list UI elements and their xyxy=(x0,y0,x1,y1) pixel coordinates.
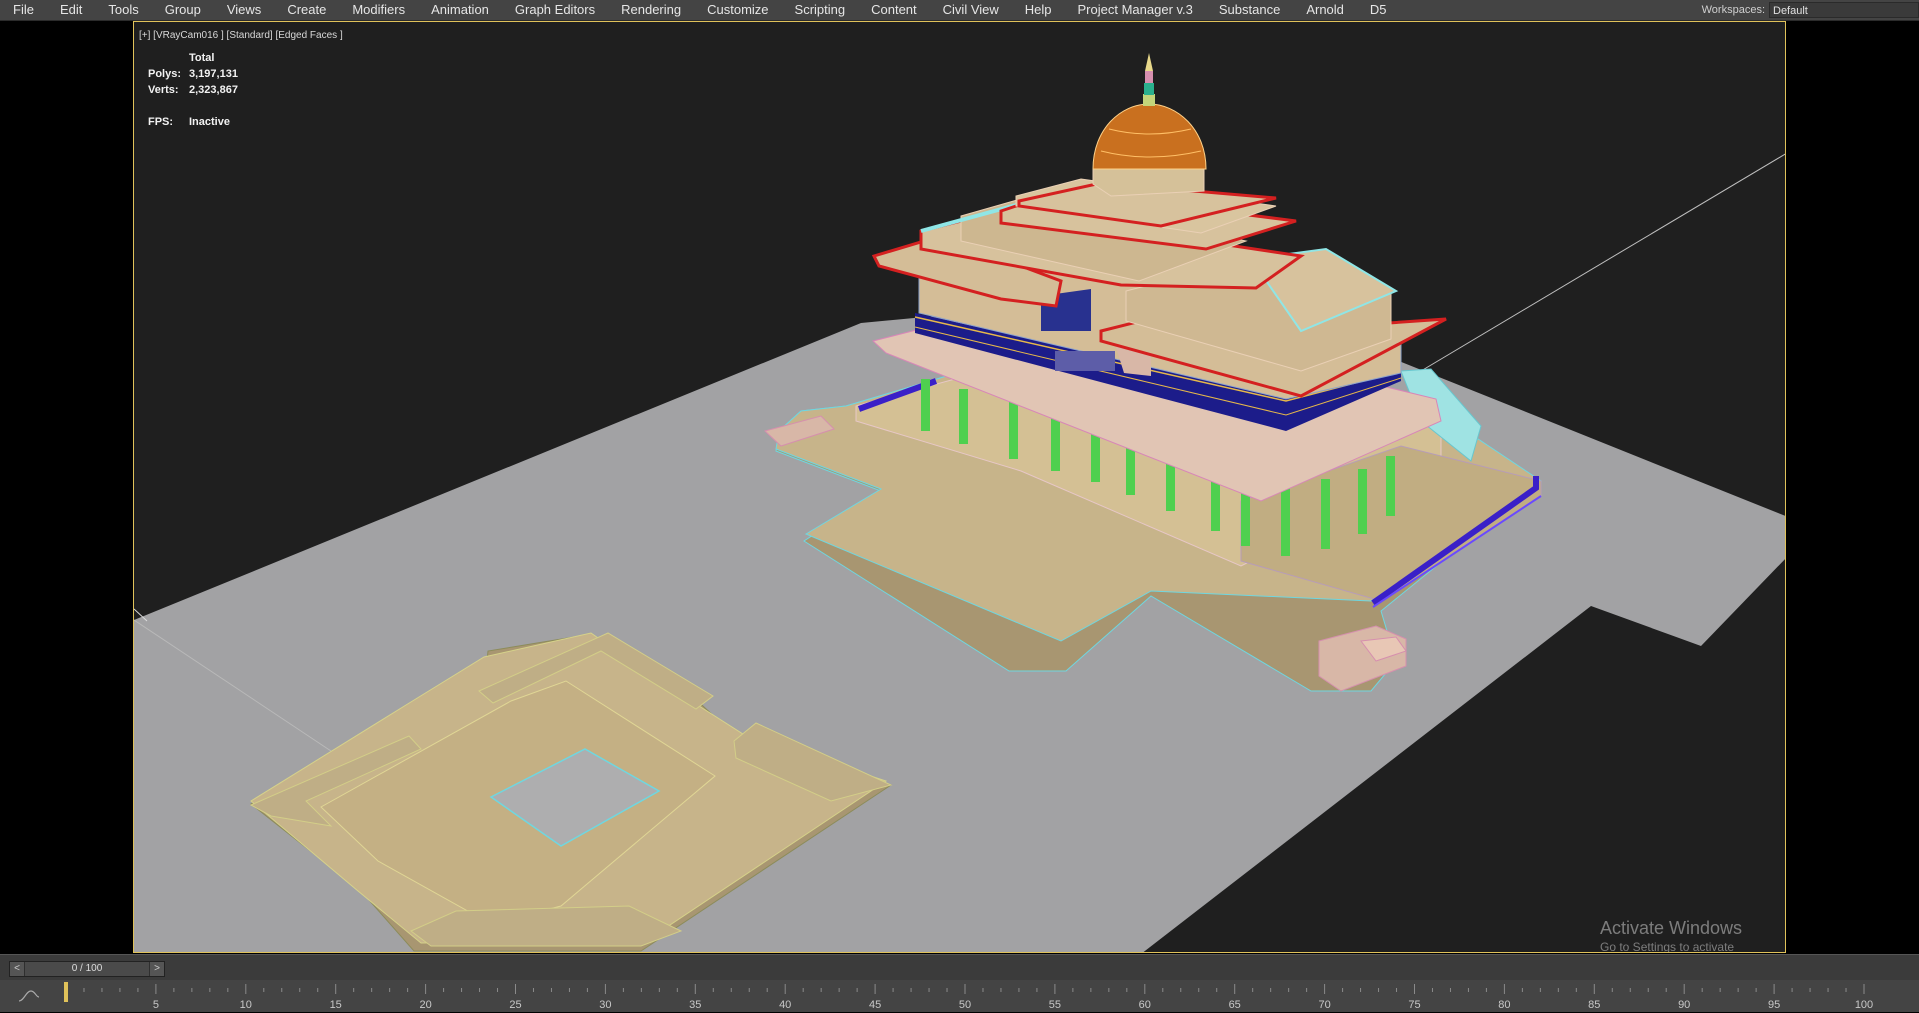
workspaces-dropdown[interactable]: Default xyxy=(1769,2,1919,18)
ruler-label: 35 xyxy=(689,999,701,1011)
ruler-label: 90 xyxy=(1678,999,1690,1011)
menu-animation[interactable]: Animation xyxy=(418,0,502,20)
fps-value: Inactive xyxy=(189,116,230,128)
right-panel xyxy=(1787,21,1919,954)
timeline-bar: < 0 / 100 > 5 10 15 20 25 30 35 40 45 50 55 60 65 70 7… xyxy=(0,954,1919,1012)
menu-help[interactable]: Help xyxy=(1012,0,1065,20)
menu-d5[interactable]: D5 xyxy=(1357,0,1400,20)
ruler-label: 20 xyxy=(419,999,431,1011)
activate-windows-watermark: Activate Windows Go to Settings to activ… xyxy=(1600,917,1785,953)
next-frame-button[interactable]: > xyxy=(150,962,164,976)
menu-civil-view[interactable]: Civil View xyxy=(930,0,1012,20)
ruler-label: 60 xyxy=(1139,999,1151,1011)
camera-viewport[interactable]: [+] [VRayCam016 ] [Standard] [Edged Face… xyxy=(133,21,1786,953)
stats-verts-row: Verts: 2,323,867 xyxy=(148,82,238,98)
menu-content[interactable]: Content xyxy=(858,0,930,20)
ruler-label: 85 xyxy=(1588,999,1600,1011)
ruler-label: 30 xyxy=(599,999,611,1011)
menu-customize[interactable]: Customize xyxy=(694,0,781,20)
previous-frame-button[interactable]: < xyxy=(10,962,24,976)
stats-polys-row: Polys: 3,197,131 xyxy=(148,66,238,82)
left-panel xyxy=(0,21,133,954)
menu-modifiers[interactable]: Modifiers xyxy=(339,0,418,20)
menu-file[interactable]: File xyxy=(0,0,47,20)
ruler-label: 55 xyxy=(1049,999,1061,1011)
stats-header: Total xyxy=(189,52,215,64)
menu-arnold[interactable]: Arnold xyxy=(1293,0,1357,20)
scene-3d-render[interactable] xyxy=(134,22,1786,953)
ruler-label: 70 xyxy=(1318,999,1330,1011)
ruler-label: 50 xyxy=(959,999,971,1011)
stats-fps-row: FPS: Inactive xyxy=(148,114,238,130)
watermark-subtitle: Go to Settings to activate Windows. xyxy=(1600,940,1735,953)
polys-label: Polys: xyxy=(148,68,182,80)
menu-tools[interactable]: Tools xyxy=(95,0,151,20)
ruler-label: 15 xyxy=(330,999,342,1011)
time-slider[interactable]: < 0 / 100 > xyxy=(9,961,165,977)
workspaces-label: Workspaces: xyxy=(1701,4,1765,16)
workspaces-area: Workspaces: Default xyxy=(1702,0,1919,20)
menu-graph-editors[interactable]: Graph Editors xyxy=(502,0,608,20)
menu-bar: File Edit Tools Group Views Create Modifiers An… xyxy=(0,0,1919,21)
ruler-label: 45 xyxy=(869,999,881,1011)
ruler-label: 100 xyxy=(1855,999,1873,1011)
ornamental-panel xyxy=(1055,351,1115,371)
ruler-label: 65 xyxy=(1229,999,1241,1011)
viewport-label-menu[interactable]: [+] [VRayCam016 ] [Standard] [Edged Face… xyxy=(139,30,343,41)
menu-edit[interactable]: Edit xyxy=(47,0,95,20)
menu-scripting[interactable]: Scripting xyxy=(782,0,859,20)
verts-label: Verts: xyxy=(148,84,179,96)
current-frame-marker[interactable] xyxy=(64,982,68,1002)
menu-substance[interactable]: Substance xyxy=(1206,0,1293,20)
ruler-label: 5 xyxy=(153,999,159,1011)
ruler-label: 95 xyxy=(1768,999,1780,1011)
menu-project-manager-v-3[interactable]: Project Manager v.3 xyxy=(1065,0,1206,20)
menu-group[interactable]: Group xyxy=(152,0,214,20)
menu-items: File Edit Tools Group Views Create Modifiers An… xyxy=(0,0,1400,20)
ruler-label: 40 xyxy=(779,999,791,1011)
track-bar[interactable]: 5 10 15 20 25 30 35 40 45 50 55 60 65 70 75 80 85 90 95 100 xyxy=(0,980,1919,1012)
menu-rendering[interactable]: Rendering xyxy=(608,0,694,20)
watermark-title: Activate Windows xyxy=(1600,918,1743,938)
verts-value: 2,323,867 xyxy=(189,84,238,96)
ruler-label: 10 xyxy=(240,999,252,1011)
fps-label: FPS: xyxy=(148,116,174,128)
menu-create[interactable]: Create xyxy=(274,0,339,20)
statistics-overlay: Total Polys: 3,197,131 Verts: 2,323,867 FP… xyxy=(148,50,238,130)
ruler-label: 80 xyxy=(1498,999,1510,1011)
time-slider-thumb[interactable]: 0 / 100 xyxy=(25,962,149,976)
stats-header-row: Total xyxy=(148,50,238,66)
ruler-label: 75 xyxy=(1408,999,1420,1011)
frame-ruler: 5 10 15 20 25 30 35 40 45 50 55 60 65 70 75 80 85 90 95 100 xyxy=(64,982,1873,1011)
ruler-label: 25 xyxy=(509,999,521,1011)
polys-value: 3,197,131 xyxy=(189,68,238,80)
menu-views[interactable]: Views xyxy=(214,0,274,20)
